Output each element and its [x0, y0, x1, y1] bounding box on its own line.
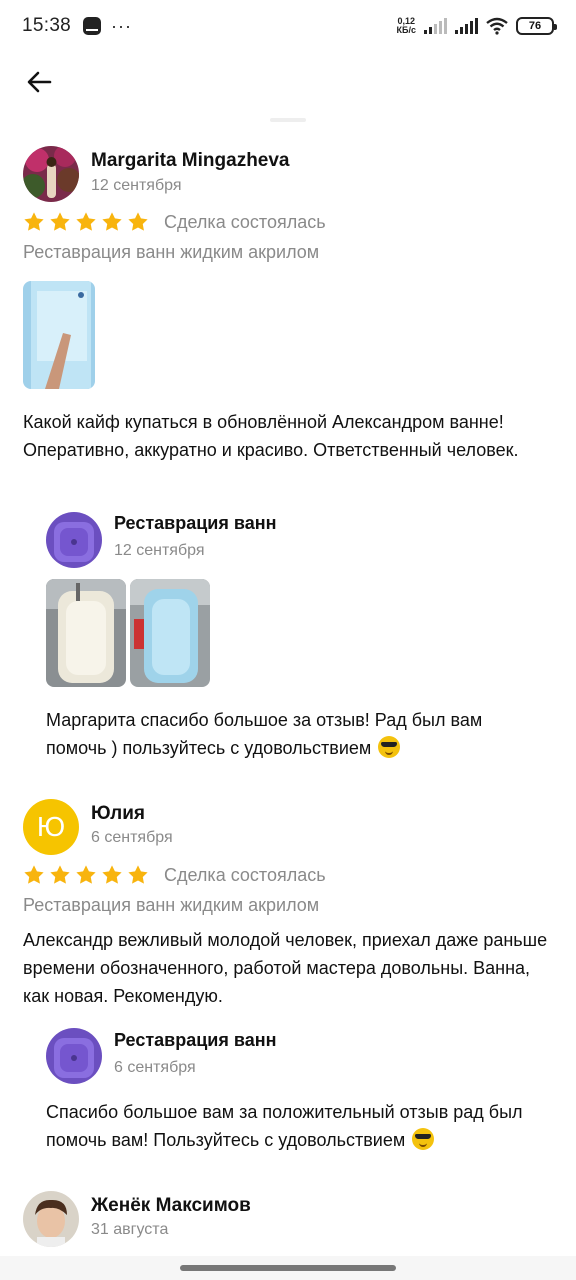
- top-app-bar: [0, 56, 576, 108]
- reply-photo[interactable]: [130, 579, 210, 687]
- star-icon: [76, 865, 96, 884]
- avatar-photo: [23, 146, 79, 202]
- rating-stars: [23, 211, 149, 233]
- signal-icon: [455, 18, 478, 34]
- review-author[interactable]: Margarita Mingazheva: [91, 150, 290, 172]
- reply-avatar[interactable]: [46, 512, 102, 568]
- review-date: 12 сентября: [91, 177, 182, 194]
- reply-date: 6 сентября: [114, 1059, 196, 1076]
- app-notification-icon: [83, 17, 102, 35]
- battery-icon: 76: [516, 17, 557, 35]
- network-speed: 0,12 КБ/с: [397, 17, 416, 35]
- reply-photo-after: [130, 579, 210, 687]
- reply-text: Спасибо большое вам за положительный отз…: [46, 1098, 546, 1154]
- reply-author[interactable]: Реставрация ванн: [114, 1030, 276, 1051]
- review-date: 31 августа: [91, 1221, 169, 1238]
- star-icon: [128, 212, 148, 231]
- status-bar: 15:38 ··· 0,12 КБ/с 76: [0, 0, 576, 52]
- avatar[interactable]: [23, 146, 79, 202]
- back-arrow-icon[interactable]: [24, 66, 56, 98]
- home-gesture-bar[interactable]: [180, 1265, 396, 1271]
- review-author[interactable]: Женёк Максимов: [91, 1195, 251, 1217]
- review-service: Реставрация ванн жидким акрилом: [23, 242, 320, 262]
- reply-photo-before: [46, 579, 126, 687]
- star-icon: [24, 865, 44, 884]
- deal-status: Сделка состоялась: [164, 865, 326, 885]
- more-notifications-icon: ···: [111, 15, 133, 36]
- reply-date: 12 сентября: [114, 542, 205, 559]
- review-text: Какой кайф купаться в обновлённой Алекса…: [23, 412, 519, 460]
- reply-photo[interactable]: [46, 579, 126, 687]
- star-icon: [128, 865, 148, 884]
- review-author[interactable]: Юлия: [91, 803, 145, 825]
- avatar[interactable]: [23, 1191, 79, 1247]
- avatar[interactable]: Ю: [23, 799, 79, 855]
- status-time: 15:38: [22, 15, 72, 36]
- network-speed-unit: КБ/с: [396, 25, 416, 35]
- wifi-icon: [486, 17, 508, 35]
- scroll-indicator: [270, 118, 306, 122]
- avatar-photo: [23, 1191, 79, 1247]
- sunglasses-emoji-icon: [378, 736, 401, 758]
- review-date: 6 сентября: [91, 829, 173, 846]
- review-photo[interactable]: [23, 281, 95, 389]
- reply-avatar-photo: [46, 1028, 102, 1084]
- signal-icon: [424, 18, 447, 34]
- rating-stars: [23, 864, 149, 886]
- reply-text: Маргарита спасибо большое за отзыв! Рад …: [46, 706, 546, 762]
- reply-text-body: Маргарита спасибо большое за отзыв! Рад …: [46, 710, 483, 758]
- reply-avatar-photo: [46, 512, 102, 568]
- sunglasses-emoji-icon: [412, 1128, 435, 1150]
- star-icon: [24, 212, 44, 231]
- star-icon: [50, 212, 70, 231]
- deal-status: Сделка состоялась: [164, 212, 326, 232]
- star-icon: [50, 865, 70, 884]
- reply-author[interactable]: Реставрация ванн: [114, 513, 276, 534]
- star-icon: [102, 865, 122, 884]
- star-icon: [102, 212, 122, 231]
- review-service: Реставрация ванн жидким акрилом: [23, 895, 320, 915]
- battery-level: 76: [528, 20, 542, 32]
- reply-avatar[interactable]: [46, 1028, 102, 1084]
- star-icon: [76, 212, 96, 231]
- review-photo-image: [23, 281, 95, 389]
- reply-text-body: Спасибо большое вам за положительный отз…: [46, 1102, 523, 1150]
- review-text: Александр вежливый молодой человек, прие…: [23, 930, 548, 1006]
